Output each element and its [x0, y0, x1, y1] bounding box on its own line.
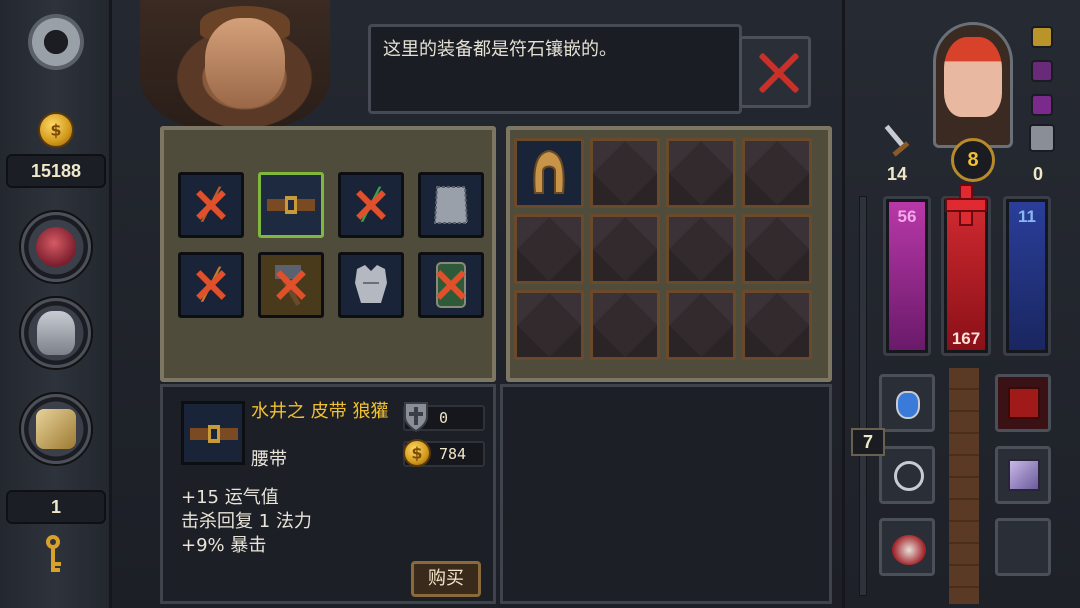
inventory-slot[interactable] — [590, 290, 660, 360]
item-price: 784 — [439, 445, 467, 463]
mana-bar: 56 — [883, 196, 931, 356]
item-name: 水井之 皮带 狼獾 — [251, 401, 389, 422]
consumable-slot[interactable] — [19, 210, 93, 284]
inventory-slot[interactable] — [742, 214, 812, 284]
helm-slot[interactable] — [19, 296, 93, 370]
belt-icon — [190, 425, 238, 443]
price-chip: 784 — [403, 439, 485, 467]
skull-status-icon[interactable] — [1031, 26, 1053, 48]
potion-slot[interactable] — [879, 374, 935, 432]
inventory-slot[interactable] — [590, 214, 660, 284]
crest-slot[interactable] — [995, 446, 1051, 504]
hex-status-icon[interactable] — [1031, 94, 1053, 116]
mana-value: 56 — [897, 207, 917, 226]
potion-bag-icon — [36, 227, 76, 267]
armor-chip: 0 — [403, 402, 485, 433]
blood-flask-icon — [892, 535, 926, 565]
defense-value: 0 — [1033, 164, 1044, 184]
unavailable-cross-icon — [275, 269, 307, 301]
wood-divider — [949, 368, 979, 604]
shield-value: 11 — [1018, 207, 1036, 226]
unavailable-cross-icon — [435, 269, 467, 301]
chainmail-icon — [433, 186, 469, 224]
shop-item-plate-armor[interactable] — [338, 252, 404, 318]
scroll-icon — [36, 409, 76, 449]
shop-item-shield[interactable] — [418, 252, 484, 318]
close-button[interactable] — [739, 36, 811, 108]
attack-sword-icon — [884, 124, 910, 157]
gold-coin-icon — [403, 439, 431, 467]
inventory-slot[interactable] — [666, 290, 736, 360]
defense-shield-icon — [1029, 124, 1055, 152]
empty-slot[interactable] — [995, 518, 1051, 576]
armor-value: 0 — [439, 409, 449, 427]
merchant-face — [205, 18, 285, 108]
scroll-slot[interactable] — [19, 392, 93, 466]
shop-item-hammer[interactable] — [258, 252, 324, 318]
blue-potion-icon — [896, 391, 920, 419]
floor-number: 7 — [851, 428, 885, 456]
armor-shield-icon — [404, 402, 428, 433]
hero-portrait-frame[interactable] — [933, 22, 1013, 148]
shop-item-mace[interactable]: ╱ — [178, 252, 244, 318]
compass-amulet-icon — [894, 461, 924, 491]
stat-line: +15 运气值 — [181, 487, 279, 508]
depth-track — [859, 196, 867, 596]
health-cross-icon — [945, 184, 987, 226]
unavailable-cross-icon — [195, 269, 227, 301]
dialogue-text: 这里的装备都是符石镶嵌的。 — [383, 39, 617, 60]
plate-armor-icon — [355, 265, 387, 303]
key-count: 1 — [6, 490, 106, 524]
character-panel: 8 14 0 56 167 11 7 — [842, 0, 1080, 608]
shop-panel: ╱ ╱ ╱ — [160, 126, 496, 382]
demon-relic-icon — [1008, 387, 1040, 419]
left-sidebar: 15188 1 — [0, 0, 112, 608]
detail-item-slot — [181, 401, 245, 465]
curse-status-icon[interactable] — [1031, 60, 1053, 82]
shop-item-wand[interactable]: ╱ — [178, 172, 244, 238]
gold-amount: 15188 — [6, 154, 106, 188]
comparison-panel — [500, 384, 832, 604]
inventory-slot[interactable] — [666, 138, 736, 208]
amulet-slot[interactable] — [879, 446, 935, 504]
inventory-slot[interactable] — [514, 214, 584, 284]
belt-icon — [267, 196, 315, 214]
gold-coin-icon — [38, 112, 74, 148]
level-badge: 8 — [951, 138, 995, 182]
stat-line: 击杀回复 1 法力 — [181, 511, 312, 532]
inventory-slot[interactable] — [514, 290, 584, 360]
inventory-slot[interactable] — [742, 290, 812, 360]
shop-item-chainmail[interactable] — [418, 172, 484, 238]
inventory-slot[interactable] — [514, 138, 584, 208]
hero-portrait — [944, 37, 1002, 117]
key-icon — [46, 535, 61, 572]
buy-button[interactable]: 购买 — [411, 561, 481, 597]
inventory-panel — [506, 126, 832, 382]
close-icon — [756, 51, 800, 95]
settings-gear-icon[interactable] — [28, 14, 84, 70]
item-detail-panel: 水井之 皮带 狼獾 腰带 0 784 +15 运气值 击杀回复 1 法力 +9%… — [160, 384, 496, 604]
stat-line: +9% 暴击 — [181, 535, 267, 556]
inventory-slot[interactable] — [742, 138, 812, 208]
shop-item-belt[interactable] — [258, 172, 324, 238]
crest-shield-icon — [1008, 459, 1040, 491]
hood-icon — [533, 149, 565, 194]
item-type: 腰带 — [251, 449, 287, 470]
unavailable-cross-icon — [355, 189, 387, 221]
flask-slot[interactable] — [879, 518, 935, 576]
shield-bar: 11 — [1003, 196, 1051, 356]
shop-item-staff[interactable]: ╱ — [338, 172, 404, 238]
unavailable-cross-icon — [195, 189, 227, 221]
dialogue-box: 这里的装备都是符石镶嵌的。 — [368, 24, 742, 114]
inventory-slot[interactable] — [666, 214, 736, 284]
relic-slot[interactable] — [995, 374, 1051, 432]
health-value: 167 — [951, 329, 981, 348]
attack-value: 14 — [887, 164, 908, 184]
helm-icon — [37, 311, 75, 355]
inventory-slot[interactable] — [590, 138, 660, 208]
